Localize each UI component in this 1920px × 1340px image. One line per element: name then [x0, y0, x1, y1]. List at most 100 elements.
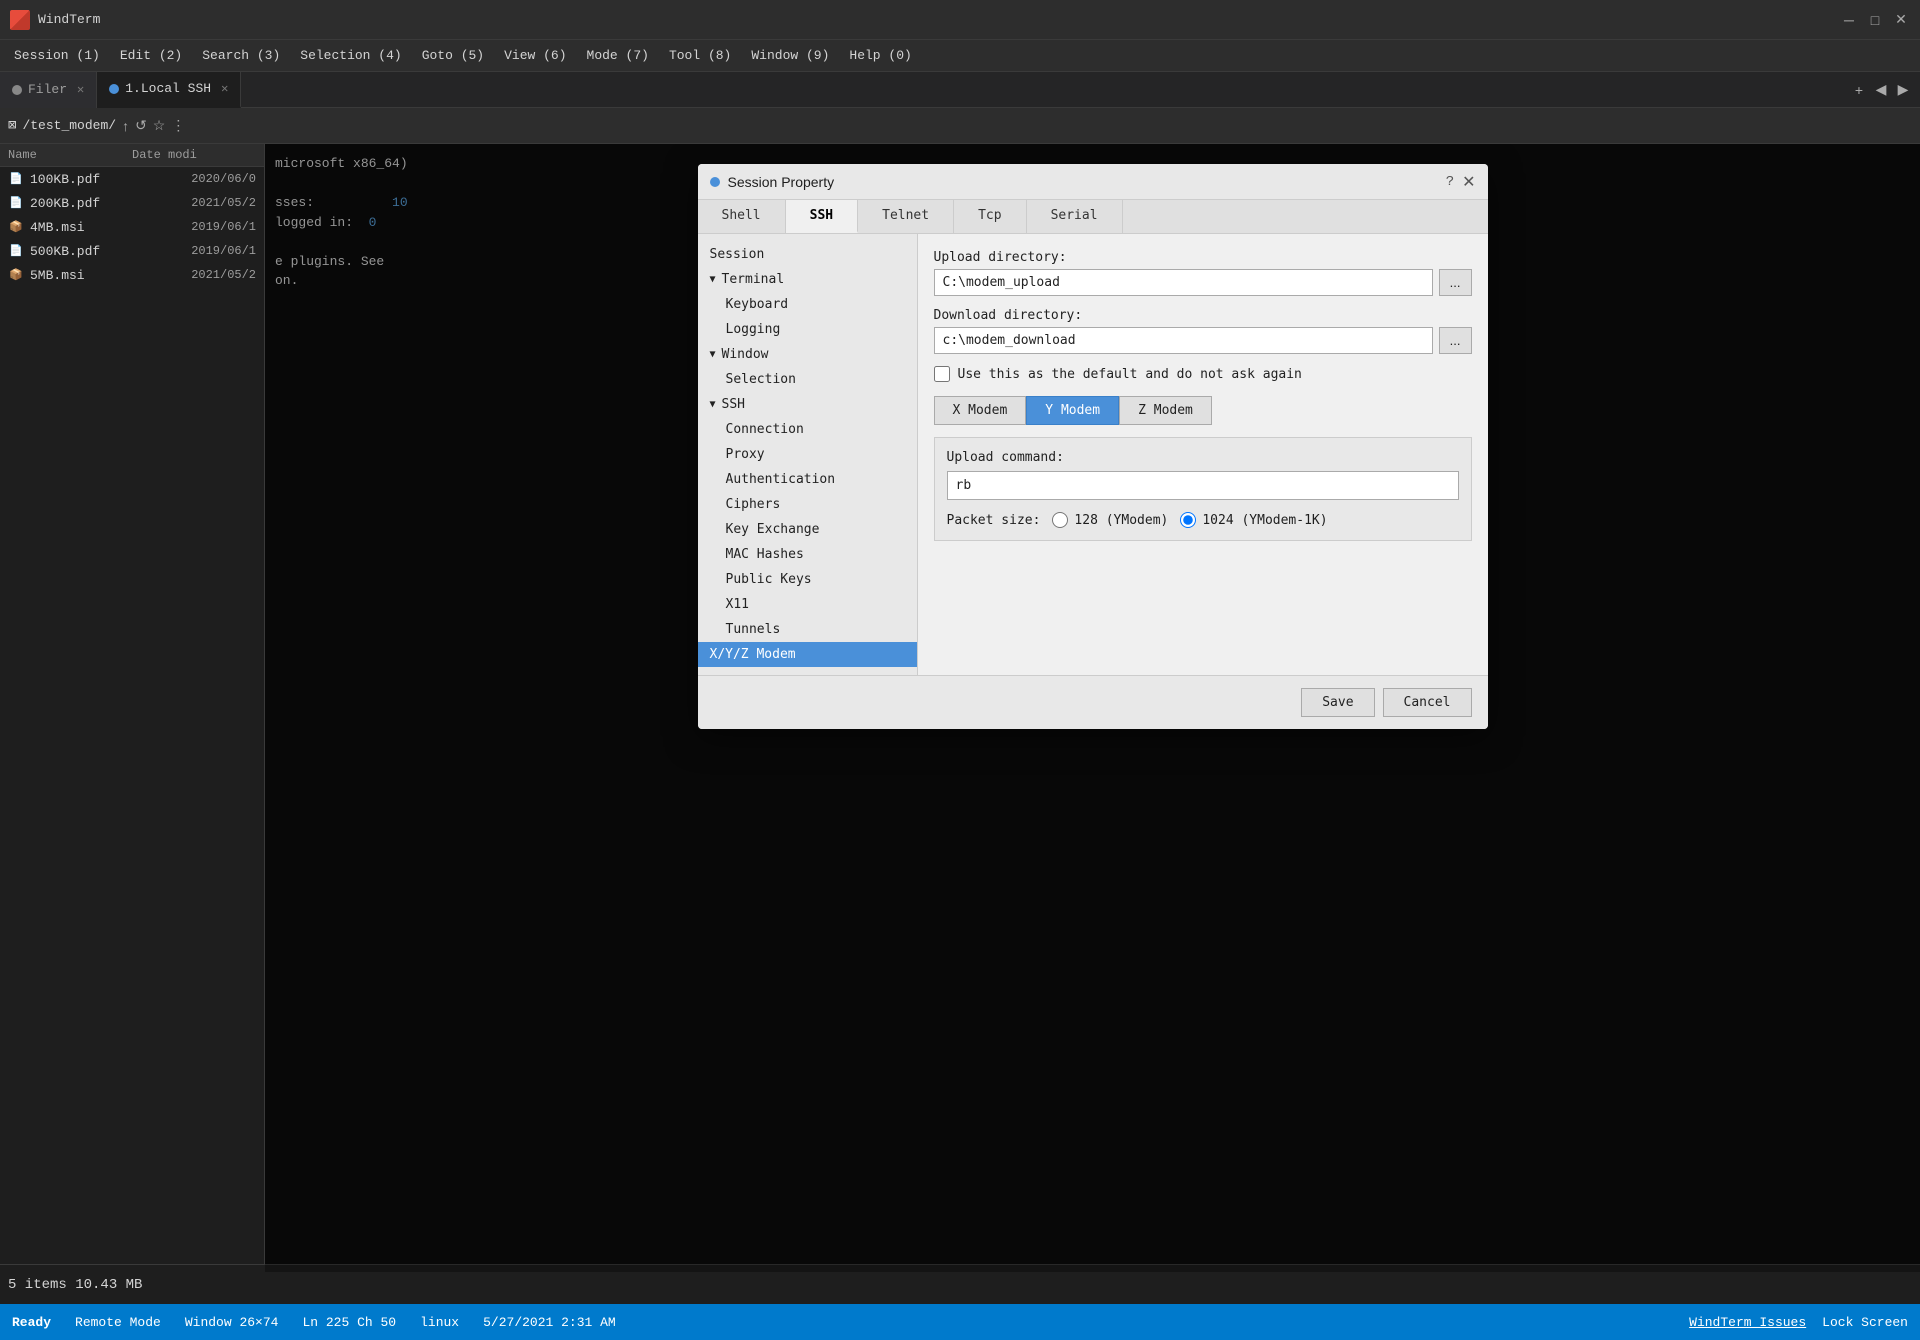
dialog-dot [710, 177, 720, 187]
download-dir-input[interactable] [934, 327, 1433, 354]
menu-session[interactable]: Session (1) [4, 44, 110, 67]
file-name: 200KB.pdf [30, 196, 180, 211]
nav-item-session[interactable]: Session [698, 242, 917, 267]
download-dir-field-row: ... [934, 327, 1472, 354]
upload-dir-input[interactable] [934, 269, 1433, 296]
menu-goto[interactable]: Goto (5) [412, 44, 494, 67]
nav-item-proxy[interactable]: Proxy [698, 442, 917, 467]
default-checkbox[interactable] [934, 366, 950, 382]
status-ready: Ready [12, 1315, 51, 1330]
tab-add-button[interactable]: + [1850, 81, 1868, 99]
tab-nav-left[interactable]: ◀ [1872, 81, 1890, 99]
file-icon-pdf: 📄 [8, 242, 24, 260]
nav-item-connection[interactable]: Connection [698, 417, 917, 442]
arrow-terminal: ▼ [710, 274, 716, 285]
radio-1024: 1024 (YModem-1K) [1180, 512, 1327, 528]
menu-mode[interactable]: Mode (7) [577, 44, 659, 67]
file-list: 📄 100KB.pdf 2020/06/0 📄 200KB.pdf 2021/0… [0, 167, 264, 1272]
default-checkbox-label: Use this as the default and do not ask a… [958, 367, 1302, 382]
file-date: 2021/05/2 [186, 196, 256, 210]
nav-item-ciphers[interactable]: Ciphers [698, 492, 917, 517]
dialog-close-button[interactable]: ✕ [1462, 172, 1475, 192]
dialog-overlay: Session Property ? ✕ Shell SSH Telnet Tc… [265, 144, 1920, 1272]
tab-tcp[interactable]: Tcp [954, 200, 1026, 233]
download-dir-browse-button[interactable]: ... [1439, 327, 1472, 354]
status-bar-right: WindTerm Issues Lock Screen [1689, 1315, 1908, 1330]
tab-serial[interactable]: Serial [1027, 200, 1123, 233]
upload-dir-label: Upload directory: [934, 250, 1472, 265]
tab-close-local-ssh[interactable]: ✕ [221, 81, 228, 96]
menu-help[interactable]: Help (0) [839, 44, 921, 67]
tab-filer[interactable]: Filer ✕ [0, 72, 97, 108]
tab-shell[interactable]: Shell [698, 200, 786, 233]
menu-view[interactable]: View (6) [494, 44, 576, 67]
nav-item-key-exchange[interactable]: Key Exchange [698, 517, 917, 542]
address-bar: ⊠ /test_modem/ ↑ ↺ ☆ ⋮ [0, 108, 1920, 144]
nav-item-public-keys[interactable]: Public Keys [698, 567, 917, 592]
modem-tab-x[interactable]: X Modem [934, 396, 1027, 425]
arrow-window: ▼ [710, 349, 716, 360]
nav-bookmark-button[interactable]: ☆ [153, 117, 166, 134]
minimize-button[interactable]: ─ [1840, 11, 1858, 29]
menu-edit[interactable]: Edit (2) [110, 44, 192, 67]
file-date: 2019/06/1 [186, 220, 256, 234]
list-item[interactable]: 📄 100KB.pdf 2020/06/0 [0, 167, 264, 191]
nav-tree: Session ▼ Terminal Keyboard Logging ▼ Wi… [698, 234, 918, 675]
list-item[interactable]: 📄 500KB.pdf 2019/06/1 [0, 239, 264, 263]
menu-tool[interactable]: Tool (8) [659, 44, 741, 67]
file-icon-pdf: 📄 [8, 194, 24, 212]
list-item[interactable]: 📄 200KB.pdf 2021/05/2 [0, 191, 264, 215]
dialog-footer: Save Cancel [698, 675, 1488, 729]
menu-window[interactable]: Window (9) [741, 44, 839, 67]
download-dir-label: Download directory: [934, 308, 1472, 323]
modem-tab-y[interactable]: Y Modem [1026, 396, 1119, 425]
nav-up-button[interactable]: ↑ [122, 118, 129, 134]
nav-item-ssh[interactable]: ▼ SSH [698, 392, 917, 417]
modem-tab-z[interactable]: Z Modem [1119, 396, 1212, 425]
cancel-button[interactable]: Cancel [1383, 688, 1472, 717]
nav-item-window[interactable]: ▼ Window [698, 342, 917, 367]
nav-item-keyboard[interactable]: Keyboard [698, 292, 917, 317]
nav-item-selection[interactable]: Selection [698, 367, 917, 392]
tab-ssh[interactable]: SSH [786, 200, 858, 233]
upload-dir-browse-button[interactable]: ... [1439, 269, 1472, 296]
file-name: 5MB.msi [30, 268, 180, 283]
modem-content-box: Upload command: Packet size: 128 (YModem… [934, 437, 1472, 541]
nav-item-xyz-modem[interactable]: X/Y/Z Modem [698, 642, 917, 667]
tab-close-filer[interactable]: ✕ [77, 82, 84, 97]
radio-128: 128 (YModem) [1052, 512, 1168, 528]
tab-nav-right[interactable]: ▶ [1894, 81, 1912, 99]
file-panel: Name Date modi 📄 100KB.pdf 2020/06/0 📄 2… [0, 144, 265, 1272]
tab-label-filer: Filer [28, 82, 67, 97]
default-checkbox-row: Use this as the default and do not ask a… [934, 366, 1472, 382]
menu-search[interactable]: Search (3) [192, 44, 290, 67]
radio-128-input[interactable] [1052, 512, 1068, 528]
status-datetime: 5/27/2021 2:31 AM [483, 1315, 616, 1330]
nav-item-terminal[interactable]: ▼ Terminal [698, 267, 917, 292]
address-path: /test_modem/ [22, 118, 116, 133]
list-item[interactable]: 📦 4MB.msi 2019/06/1 [0, 215, 264, 239]
nav-more-button[interactable]: ⋮ [171, 117, 185, 134]
status-cursor-pos: Ln 225 Ch 50 [302, 1315, 396, 1330]
maximize-button[interactable]: □ [1866, 11, 1884, 29]
tab-telnet[interactable]: Telnet [858, 200, 954, 233]
dialog-help-button[interactable]: ? [1446, 174, 1454, 190]
nav-item-tunnels[interactable]: Tunnels [698, 617, 917, 642]
save-button[interactable]: Save [1301, 688, 1374, 717]
upload-dir-field-row: ... [934, 269, 1472, 296]
lock-screen-button[interactable]: Lock Screen [1822, 1315, 1908, 1330]
item-count: 5 items 10.43 MB [8, 1277, 142, 1293]
nav-item-x11[interactable]: X11 [698, 592, 917, 617]
list-item[interactable]: 📦 5MB.msi 2021/05/2 [0, 263, 264, 287]
windterm-issues-link[interactable]: WindTerm Issues [1689, 1315, 1806, 1330]
upload-cmd-input[interactable] [947, 471, 1459, 500]
close-button[interactable]: ✕ [1892, 11, 1910, 29]
nav-item-logging[interactable]: Logging [698, 317, 917, 342]
nav-item-authentication[interactable]: Authentication [698, 467, 917, 492]
nav-refresh-button[interactable]: ↺ [135, 117, 147, 134]
nav-item-mac-hashes[interactable]: MAC Hashes [698, 542, 917, 567]
tab-local-ssh[interactable]: 1.Local SSH ✕ [97, 72, 241, 108]
radio-1024-input[interactable] [1180, 512, 1196, 528]
tab-dot-local-ssh [109, 84, 119, 94]
menu-selection[interactable]: Selection (4) [290, 44, 411, 67]
